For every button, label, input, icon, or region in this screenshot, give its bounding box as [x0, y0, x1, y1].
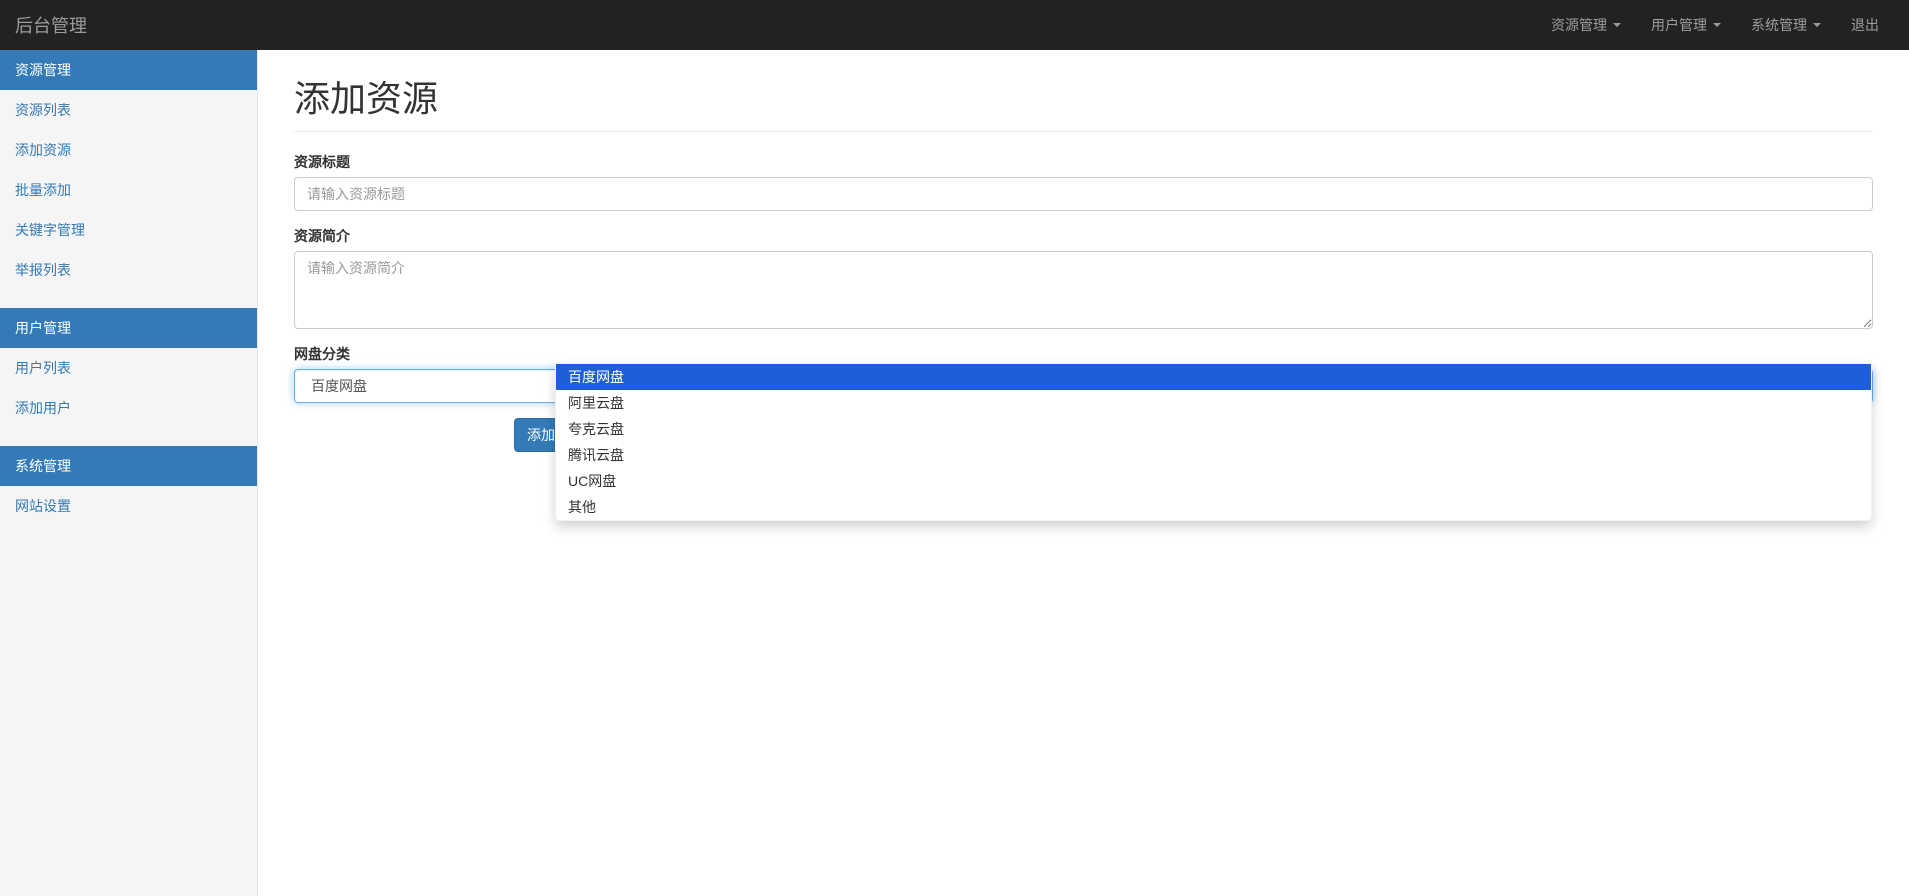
title-label: 资源标题 — [294, 152, 1873, 172]
sidebar-item-user-list[interactable]: 用户列表 — [0, 348, 257, 388]
sidebar-item-resource-list[interactable]: 资源列表 — [0, 90, 257, 130]
sidebar-header-user: 用户管理 — [0, 308, 257, 348]
nav-logout[interactable]: 退出 — [1836, 0, 1894, 50]
caret-icon — [1613, 23, 1621, 27]
dropdown-option[interactable]: 夸克云盘 — [556, 416, 1871, 442]
top-navbar: 后台管理 资源管理 用户管理 系统管理 退出 — [0, 0, 1909, 50]
sidebar-item-add-user[interactable]: 添加用户 — [0, 388, 257, 428]
title-input[interactable] — [294, 177, 1873, 211]
sidebar-item-keyword-mgmt[interactable]: 关键字管理 — [0, 210, 257, 250]
dropdown-option[interactable]: 其他 — [556, 494, 1871, 520]
dropdown-option[interactable]: 阿里云盘 — [556, 390, 1871, 416]
nav-user[interactable]: 用户管理 — [1636, 0, 1736, 50]
page-title: 添加资源 — [294, 70, 1873, 132]
sidebar-item-report-list[interactable]: 举报列表 — [0, 250, 257, 290]
sidebar-item-site-settings[interactable]: 网站设置 — [0, 486, 257, 526]
dropdown-option[interactable]: UC网盘 — [556, 468, 1871, 494]
caret-icon — [1713, 23, 1721, 27]
navbar-menu: 资源管理 用户管理 系统管理 退出 — [1536, 0, 1894, 50]
sidebar-header-resource: 资源管理 — [0, 50, 257, 90]
category-label: 网盘分类 — [294, 344, 1873, 364]
nav-system[interactable]: 系统管理 — [1736, 0, 1836, 50]
intro-label: 资源简介 — [294, 226, 1873, 246]
category-dropdown-list: 百度网盘 阿里云盘 夸克云盘 腾讯云盘 UC网盘 其他 — [555, 363, 1872, 521]
sidebar-item-add-resource[interactable]: 添加资源 — [0, 130, 257, 170]
sidebar-item-batch-add[interactable]: 批量添加 — [0, 170, 257, 210]
intro-textarea[interactable] — [294, 251, 1873, 329]
dropdown-option[interactable]: 百度网盘 — [556, 364, 1871, 390]
dropdown-option[interactable]: 腾讯云盘 — [556, 442, 1871, 468]
brand-link[interactable]: 后台管理 — [0, 0, 102, 50]
sidebar: 资源管理 资源列表 添加资源 批量添加 关键字管理 举报列表 用户管理 用户列表… — [0, 50, 258, 896]
sidebar-header-system: 系统管理 — [0, 446, 257, 486]
main-content: 添加资源 资源标题 资源简介 网盘分类 百度网盘 添加 取消 百度网盘 阿里云盘… — [258, 50, 1909, 896]
caret-icon — [1813, 23, 1821, 27]
nav-resource[interactable]: 资源管理 — [1536, 0, 1636, 50]
